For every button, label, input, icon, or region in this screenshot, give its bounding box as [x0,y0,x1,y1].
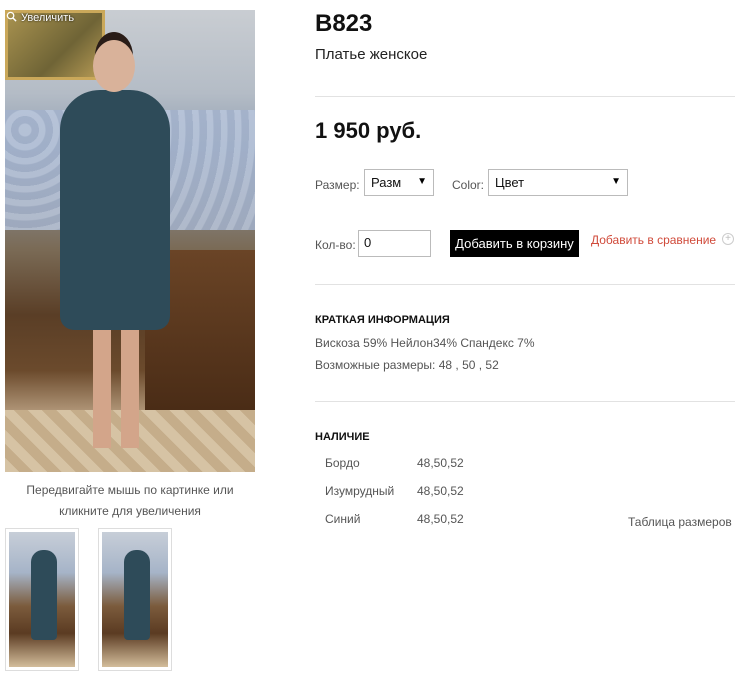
zoom-label: Увеличить [21,12,75,24]
add-to-cart-button[interactable]: Добавить в корзину [450,230,579,257]
product-sku: B823 [315,10,373,37]
product-subtitle: Платье женское [315,46,428,63]
zoom-hint: Передвигайте мышь по картинке или кликни… [26,483,234,518]
thumbnail-front[interactable] [5,528,79,671]
availability-sizes: 48,50,52 [417,512,464,526]
color-select-value: Цвет [495,175,525,190]
qty-label: Кол-во: [315,238,356,252]
available-sizes-text: Возможные размеры: 48 , 50 , 52 [315,358,499,372]
zoom-button[interactable]: Увеличить [6,11,74,25]
product-price: 1 950 руб. [315,118,422,143]
size-label: Размер: [315,178,360,192]
divider [315,284,735,285]
size-select[interactable]: Разм ▼ [364,169,434,196]
main-product-photo[interactable] [5,10,255,472]
color-select[interactable]: Цвет ▼ [488,169,628,196]
availability-sizes: 48,50,52 [417,484,464,498]
brief-heading: КРАТКАЯ ИНФОРМАЦИЯ [315,314,450,326]
availability-heading: НАЛИЧИЕ [315,431,370,443]
composition-text: Вискоза 59% Нейлон34% Спандекс 7% [315,336,535,350]
availability-color: Синий [325,512,361,526]
thumbnail-image [9,532,75,667]
photo-model-head [93,40,135,92]
availability-sizes: 48,50,52 [417,456,464,470]
dropdown-arrow-icon: ▼ [611,176,621,187]
dropdown-arrow-icon: ▼ [417,176,427,187]
photo-dress [60,90,170,330]
divider [315,96,735,97]
availability-color: Изумрудный [325,484,395,498]
size-table-link[interactable]: Таблица размеров [628,515,732,529]
plus-circle-icon[interactable]: + [722,233,734,245]
magnifier-icon [6,11,17,25]
divider [315,401,735,402]
size-select-value: Разм [371,175,402,190]
availability-color: Бордо [325,456,360,470]
thumbnail-back[interactable] [98,528,172,671]
qty-input[interactable]: 0 [358,230,431,257]
photo-model-legs [93,328,139,448]
color-label: Color: [452,178,485,192]
thumbnail-image [102,532,168,667]
add-to-compare-link[interactable]: Добавить в сравнение [591,233,716,247]
